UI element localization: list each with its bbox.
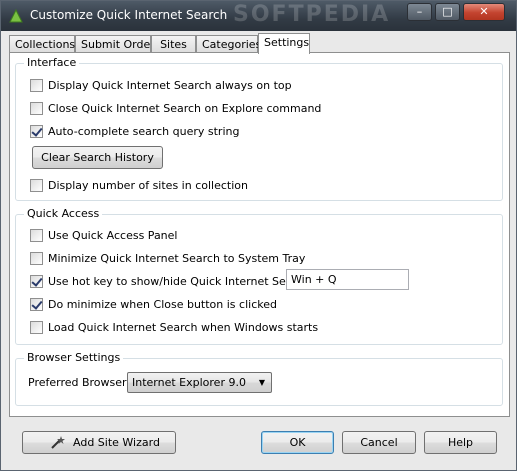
settings-panel: Interface Display Quick Internet Search … bbox=[9, 52, 510, 417]
always-on-top-checkbox[interactable] bbox=[30, 78, 43, 92]
dropdown-arrow-icon: ▼ bbox=[258, 378, 265, 387]
hotkey-checkbox[interactable] bbox=[30, 274, 43, 288]
wand-icon bbox=[51, 436, 65, 449]
tab-settings[interactable]: Settings bbox=[258, 33, 310, 54]
use-panel-checkbox[interactable] bbox=[30, 228, 43, 242]
preferred-browser-value: Internet Explorer 9.0 bbox=[132, 376, 246, 389]
minimize-tray-checkbox[interactable] bbox=[30, 251, 43, 265]
load-on-start-checkbox[interactable] bbox=[30, 320, 43, 334]
clear-search-history-button[interactable]: Clear Search History bbox=[32, 146, 163, 169]
preferred-browser-select[interactable]: Internet Explorer 9.0 ▼ bbox=[127, 372, 272, 393]
tab-categories[interactable]: Categories bbox=[196, 35, 261, 53]
autocomplete-checkbox[interactable] bbox=[30, 124, 43, 138]
add-site-wizard-label: Add Site Wizard bbox=[73, 436, 160, 449]
hotkey-input[interactable]: Win + Q bbox=[286, 269, 409, 290]
close-button[interactable]: ✕ bbox=[463, 3, 505, 21]
always-on-top-option[interactable]: Display Quick Internet Search always on … bbox=[30, 77, 292, 93]
window-title: Customize Quick Internet Search bbox=[30, 8, 228, 22]
close-on-explore-option[interactable]: Close Quick Internet Search on Explore c… bbox=[30, 100, 321, 116]
preferred-browser-label: Preferred Browser: bbox=[28, 376, 131, 389]
close-on-explore-label: Close Quick Internet Search on Explore c… bbox=[48, 101, 322, 115]
interface-group-title: Interface bbox=[24, 56, 80, 69]
use-panel-label: Use Quick Access Panel bbox=[48, 228, 178, 242]
autocomplete-label: Auto-complete search query string bbox=[48, 124, 240, 138]
minimize-on-close-label: Do minimize when Close button is clicked bbox=[48, 297, 277, 311]
use-panel-option[interactable]: Use Quick Access Panel bbox=[30, 227, 177, 243]
settings-window: Customize Quick Internet Search SOFTPEDI… bbox=[0, 0, 517, 471]
minimize-tray-option[interactable]: Minimize Quick Internet Search to System… bbox=[30, 250, 305, 266]
minimize-on-close-checkbox[interactable] bbox=[30, 297, 43, 311]
minimize-button[interactable]: – bbox=[407, 3, 432, 21]
close-on-explore-checkbox[interactable] bbox=[30, 101, 43, 115]
add-site-wizard-button[interactable]: Add Site Wizard bbox=[22, 431, 176, 454]
app-icon bbox=[9, 8, 23, 23]
autocomplete-option[interactable]: Auto-complete search query string bbox=[30, 123, 239, 139]
maximize-button[interactable]: □ bbox=[435, 3, 460, 21]
always-on-top-label: Display Quick Internet Search always on … bbox=[48, 78, 292, 92]
hotkey-option[interactable]: Use hot key to show/hide Quick Internet … bbox=[30, 273, 314, 289]
load-on-start-label: Load Quick Internet Search when Windows … bbox=[48, 320, 319, 334]
ok-button[interactable]: OK bbox=[261, 431, 334, 454]
help-button[interactable]: Help bbox=[424, 431, 497, 454]
cancel-button[interactable]: Cancel bbox=[342, 431, 416, 454]
load-on-start-option[interactable]: Load Quick Internet Search when Windows … bbox=[30, 319, 318, 335]
quick-access-group-title: Quick Access bbox=[24, 207, 103, 220]
watermark: SOFTPEDIA bbox=[233, 2, 391, 27]
minimize-on-close-option[interactable]: Do minimize when Close button is clicked bbox=[30, 296, 277, 312]
display-count-checkbox[interactable] bbox=[30, 178, 43, 192]
display-count-label: Display number of sites in collection bbox=[48, 178, 248, 192]
hotkey-label: Use hot key to show/hide Quick Internet … bbox=[48, 274, 314, 288]
tab-collections[interactable]: Collections bbox=[9, 35, 75, 53]
browser-settings-group-title: Browser Settings bbox=[24, 351, 124, 364]
title-bar[interactable]: Customize Quick Internet Search SOFTPEDI… bbox=[1, 1, 516, 31]
display-count-option[interactable]: Display number of sites in collection bbox=[30, 177, 248, 193]
minimize-tray-label: Minimize Quick Internet Search to System… bbox=[48, 251, 306, 265]
tab-submit-order[interactable]: Submit Order bbox=[75, 35, 155, 53]
tab-sites[interactable]: Sites bbox=[151, 35, 196, 53]
